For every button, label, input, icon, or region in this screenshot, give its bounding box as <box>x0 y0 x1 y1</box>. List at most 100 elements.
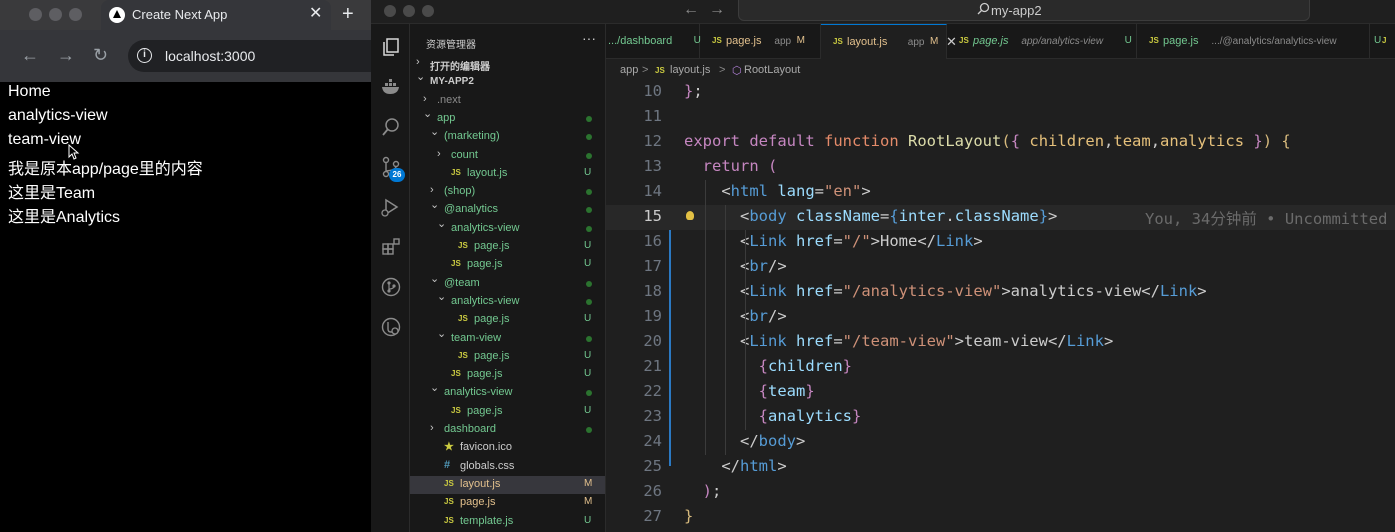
git-status-badge: U <box>584 313 592 325</box>
tree-folder[interactable]: ⌄ analytics-view <box>410 382 605 402</box>
tree-folder[interactable]: ⌄ (marketing) <box>410 126 605 146</box>
vscode-close-button[interactable] <box>384 5 396 17</box>
tree-file[interactable]: JS page.js U <box>410 366 605 384</box>
code-line[interactable]: 13 return ( <box>606 155 1395 180</box>
address-url[interactable]: localhost:3000 <box>165 48 255 64</box>
reload-button[interactable]: ↻ <box>93 44 108 66</box>
tree-folder[interactable]: › 打开的编辑器 <box>410 55 605 73</box>
git-status-dot <box>586 427 592 433</box>
editor-tab[interactable]: J <box>1370 24 1395 59</box>
editor-tab[interactable]: .../dashboard U <box>606 24 701 59</box>
browser-titlebar: Create Next App ✕ + <box>0 0 371 30</box>
explorer-title: 资源管理器 <box>426 40 476 51</box>
editor-tab-label: page.js <box>1163 35 1199 47</box>
js-file-icon: JS <box>451 369 461 379</box>
breadcrumb-symbol[interactable]: RootLayout <box>744 64 800 76</box>
tree-folder[interactable]: ⌄ analytics-view <box>410 291 605 311</box>
code-line[interactable]: 14 <html lang="en"> <box>606 180 1395 205</box>
more-actions-icon[interactable]: ··· <box>582 30 596 46</box>
tree-folder[interactable]: › (shop) <box>410 183 605 201</box>
git-status-dot <box>586 115 592 122</box>
editor-back-button[interactable]: ← <box>683 1 699 19</box>
tree-file[interactable]: JS layout.js M <box>410 475 605 494</box>
tree-file[interactable]: JS page.js U <box>410 238 605 256</box>
code-editor[interactable]: 10}; 11 12 export default function RootLayo… <box>606 81 1395 532</box>
code-text: <br/> <box>684 257 787 275</box>
lightbulb-icon[interactable] <box>686 211 694 220</box>
code-line[interactable]: 26 ); <box>606 480 1395 505</box>
tree-folder[interactable]: › dashboard <box>410 421 605 439</box>
line-number: 14 <box>643 182 662 200</box>
tree-file[interactable]: ★ favicon.ico <box>410 439 605 457</box>
code-line[interactable]: 11 <box>606 105 1395 130</box>
tree-folder[interactable]: ⌄ team-view <box>410 328 605 348</box>
editor-tab[interactable]: JS page.js .../@analytics/analytics-view U <box>1137 24 1381 59</box>
editor-tab[interactable]: JS page.js app/analytics-view U <box>947 24 1137 59</box>
git-status-badge: U <box>584 166 592 178</box>
symbol-function-icon: ⬡ <box>732 65 742 77</box>
tree-item-label: page.js <box>460 496 496 509</box>
line-number: 15 <box>643 207 662 225</box>
code-line[interactable]: 10}; <box>606 80 1395 105</box>
git-status-dot <box>586 390 592 397</box>
tree-file[interactable]: JS page.js U <box>410 256 605 274</box>
remote-explorer-icon[interactable] <box>380 316 402 338</box>
chevron-right-icon: › <box>430 422 434 434</box>
new-tab-button[interactable]: + <box>342 3 354 26</box>
tree-file[interactable]: JS page.js U <box>410 403 605 421</box>
run-debug-icon[interactable] <box>380 196 402 218</box>
tree-file[interactable]: JS page.js M <box>410 494 605 512</box>
breadcrumb-folder[interactable]: app <box>620 64 638 76</box>
zoom-window-button[interactable] <box>69 8 82 21</box>
minimize-window-button[interactable] <box>49 8 62 21</box>
tree-file[interactable]: # globals.css <box>410 458 605 476</box>
tree-file[interactable]: JS page.js U <box>410 348 605 366</box>
tree-folder[interactable]: › count <box>410 147 605 165</box>
close-window-button[interactable] <box>29 8 42 21</box>
js-file-icon: JS <box>444 497 454 507</box>
vscode-titlebar: ← → my-app2 <box>371 0 1395 24</box>
code-line[interactable]: 25 </html> <box>606 455 1395 480</box>
chevron-down-icon: ⌄ <box>430 126 440 139</box>
tree-folder[interactable]: ⌄ app <box>410 108 605 128</box>
git-graph-icon[interactable] <box>380 276 402 298</box>
editor-tab[interactable]: JS page.js app M <box>700 24 821 59</box>
tree-folder[interactable]: › .next <box>410 92 605 110</box>
explorer-icon[interactable] <box>380 36 402 58</box>
editor-tab[interactable]: JS layout.js app M ✕ <box>821 24 957 59</box>
search-view-icon[interactable] <box>380 116 402 138</box>
analytics-view-link[interactable]: analytics-view <box>8 107 108 125</box>
docker-icon[interactable] <box>380 76 402 98</box>
code-text: <Link href="/team-view">team-view</Link> <box>684 332 1114 350</box>
forward-button[interactable]: → <box>57 44 75 66</box>
editor-tab-description: app/analytics-view <box>1021 36 1104 47</box>
vscode-minimize-button[interactable] <box>403 5 415 17</box>
tree-item-label: globals.css <box>460 459 515 472</box>
vscode-zoom-button[interactable] <box>422 5 434 17</box>
js-file-icon: JS <box>458 350 468 360</box>
address-bar[interactable]: i localhost:3000 <box>128 40 371 72</box>
tree-folder[interactable]: ⌄ MY-APP2 <box>410 71 605 91</box>
back-button[interactable]: ← <box>21 44 39 66</box>
extensions-icon[interactable] <box>380 236 402 258</box>
code-text: <Link href="/analytics-view">analytics-v… <box>684 282 1207 300</box>
tree-item-label: 打开的编辑器 <box>430 62 490 73</box>
tree-folder[interactable]: ⌄ analytics-view <box>410 218 605 238</box>
tree-file[interactable]: JS layout.js U <box>410 165 605 183</box>
line-number: 20 <box>643 332 662 350</box>
vscode-window: ← → my-app2 26 资源管理器 ··· › 打开的编辑器 ⌄ MY-A… <box>371 0 1395 532</box>
close-tab-icon[interactable]: ✕ <box>309 4 322 24</box>
code-line[interactable]: 12 export default function RootLayout({ c… <box>606 130 1395 155</box>
indent-guide <box>725 205 726 455</box>
breadcrumb-file[interactable]: layout.js <box>670 64 710 76</box>
code-line[interactable]: 27} <box>606 505 1395 530</box>
tree-file[interactable]: JS template.js U <box>410 513 605 531</box>
tree-item-label: template.js <box>460 514 514 527</box>
home-link[interactable]: Home <box>8 83 51 101</box>
editor-forward-button[interactable]: → <box>709 1 725 19</box>
git-status-badge: U <box>584 258 592 270</box>
browser-tab[interactable]: Create Next App ✕ <box>101 0 331 30</box>
site-info-icon[interactable]: i <box>137 48 152 63</box>
tree-item-label: page.js <box>474 240 510 252</box>
command-center-search[interactable]: my-app2 <box>738 0 1310 21</box>
